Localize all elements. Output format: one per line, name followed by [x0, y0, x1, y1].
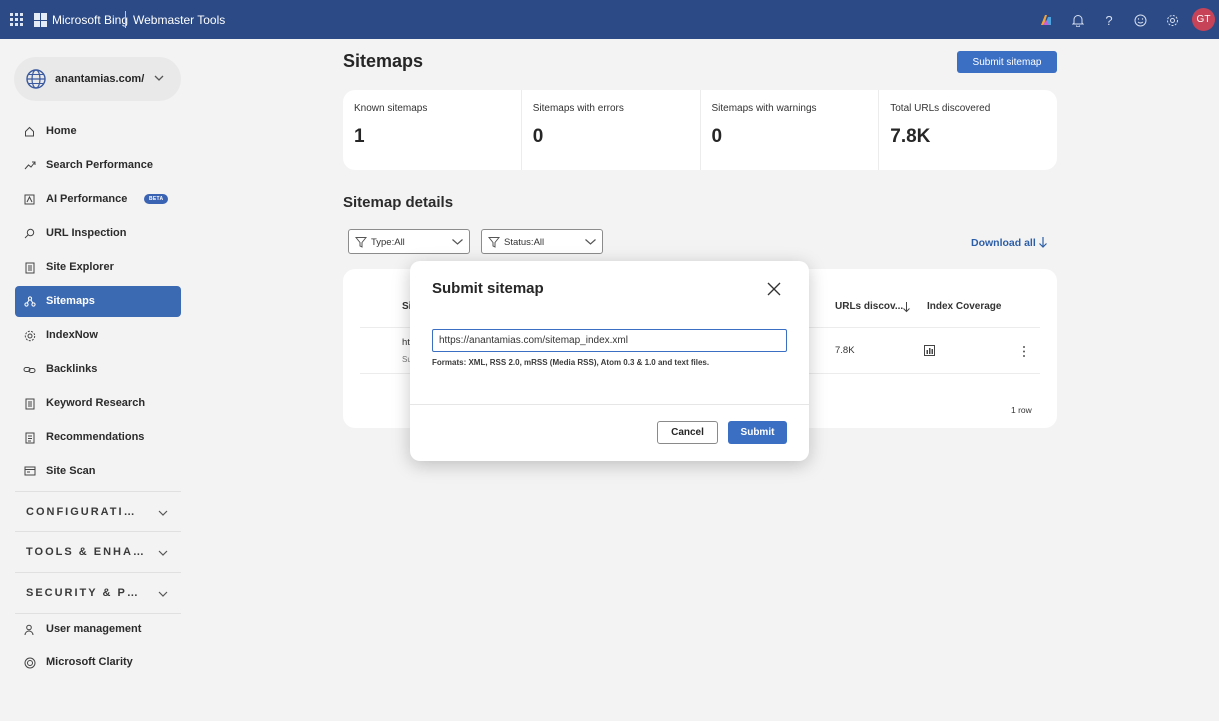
top-bar: Microsoft Bing Webmaster Tools ? GT: [0, 0, 1219, 39]
microsoft-logo-icon: [34, 13, 48, 27]
sitemap-url-input[interactable]: [432, 329, 787, 352]
product-name[interactable]: Webmaster Tools: [133, 13, 225, 27]
feedback-smiley-icon[interactable]: [1130, 10, 1150, 30]
app-launcher-icon[interactable]: [10, 13, 23, 26]
help-icon[interactable]: ?: [1099, 10, 1119, 30]
brand-name[interactable]: Microsoft Bing: [52, 13, 128, 27]
user-avatar[interactable]: GT: [1192, 8, 1215, 31]
copilot-icon[interactable]: [1036, 10, 1056, 30]
submit-sitemap-dialog: Submit sitemap Formats: XML, RSS 2.0, mR…: [410, 261, 809, 461]
dialog-title: Submit sitemap: [432, 280, 544, 297]
close-icon[interactable]: [767, 282, 781, 296]
formats-hint: Formats: XML, RSS 2.0, mRSS (Media RSS),…: [432, 358, 710, 367]
dialog-divider: [410, 404, 809, 405]
submit-button[interactable]: Submit: [728, 421, 787, 444]
notification-bell-icon[interactable]: [1068, 10, 1088, 30]
cancel-button[interactable]: Cancel: [657, 421, 718, 444]
settings-gear-icon[interactable]: [1162, 10, 1182, 30]
brand-divider: [125, 11, 126, 28]
